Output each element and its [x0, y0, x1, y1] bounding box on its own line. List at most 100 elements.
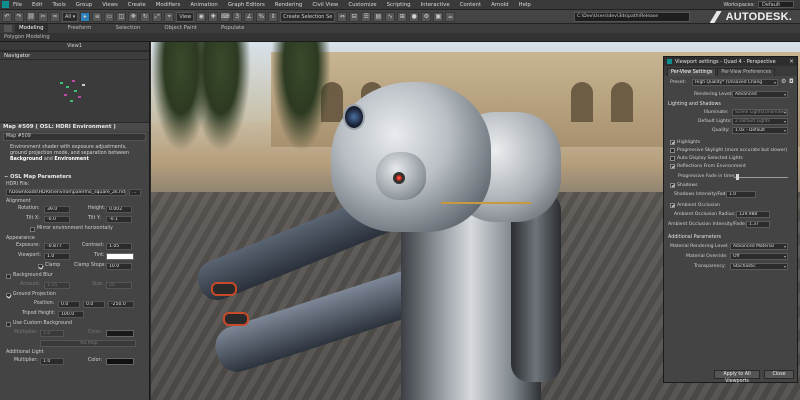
amount-input[interactable]: 1.25: [44, 282, 70, 289]
tab-populate[interactable]: Populate: [217, 24, 248, 33]
rotation-input[interactable]: 39.0: [44, 206, 70, 213]
menu-modifiers[interactable]: Modifiers: [156, 2, 181, 8]
multiplier-input[interactable]: 1.0: [40, 330, 64, 337]
undo-icon[interactable]: ↶: [2, 11, 12, 22]
menu-group[interactable]: Group: [76, 2, 92, 8]
select-by-name-icon[interactable]: ≡: [92, 11, 103, 22]
dialog-title-bar[interactable]: Viewport settings - Quad 4 - Perspective…: [664, 57, 797, 66]
ao-intensity-input[interactable]: 1.37: [746, 221, 770, 228]
preset-dropdown[interactable]: High Quality* (Unsaved Chang ▾: [692, 79, 778, 86]
rotate-icon[interactable]: ↻: [140, 11, 151, 22]
toggle-ribbon-icon[interactable]: ▤: [373, 11, 384, 22]
layer-explorer-icon[interactable]: ☰: [361, 11, 372, 22]
menu-file[interactable]: File: [13, 2, 22, 8]
close-icon[interactable]: ×: [789, 57, 794, 66]
scale-icon[interactable]: ⤢: [152, 11, 163, 22]
ao-radius-input[interactable]: 129.988: [736, 211, 770, 218]
exposure-input[interactable]: -0.877: [44, 243, 70, 250]
tab-freeform[interactable]: Freeform: [64, 24, 96, 33]
material-editor-icon[interactable]: ●: [409, 11, 420, 22]
rendered-frame-icon[interactable]: ▣: [433, 11, 444, 22]
auto-display-checkbox[interactable]: [670, 156, 675, 161]
viewport-input[interactable]: 1.0: [44, 253, 70, 260]
link-icon[interactable]: ⛓: [26, 11, 36, 22]
menu-arnold[interactable]: Arnold: [491, 2, 508, 8]
angle-snap-icon[interactable]: ∠: [244, 11, 255, 22]
app-icon[interactable]: [2, 1, 9, 8]
named-selection-dropdown[interactable]: Create Selection Se: [280, 11, 336, 22]
reflections-checkbox[interactable]: [670, 164, 675, 169]
multiplier2-input[interactable]: 1.0: [40, 358, 64, 365]
apply-all-viewports-button[interactable]: Apply to All Viewports: [714, 370, 760, 384]
height-input[interactable]: 0.002: [106, 206, 132, 213]
camera-icon[interactable]: ◘: [789, 78, 794, 85]
gear-icon[interactable]: ⚙: [781, 78, 786, 85]
snaps-icon[interactable]: 3: [232, 11, 243, 22]
shadows-checkbox[interactable]: [670, 183, 675, 188]
default-lights-dropdown[interactable]: 2 Default Lights ▾: [732, 118, 788, 125]
slider-handle[interactable]: [736, 174, 739, 180]
navigator-preview[interactable]: [0, 60, 149, 122]
tab-object-paint[interactable]: Object Paint: [160, 24, 201, 33]
place-icon[interactable]: ⌖: [164, 11, 175, 22]
window-crossing-icon[interactable]: ◫: [116, 11, 127, 22]
select-manipulate-icon[interactable]: ✚: [208, 11, 219, 22]
spinner-snap-icon[interactable]: ⇕: [268, 11, 279, 22]
tab-selection[interactable]: Selection: [112, 24, 145, 33]
menu-customize[interactable]: Customize: [348, 2, 376, 8]
tab-modeling[interactable]: Modeling: [15, 24, 48, 33]
color-swatch[interactable]: [106, 330, 134, 337]
osl-params-title[interactable]: − OSL Map Parameters: [0, 173, 149, 181]
move-icon[interactable]: ✥: [128, 11, 139, 22]
ground-proj-checkbox[interactable]: [6, 293, 11, 298]
project-path-field[interactable]: C:\Dev\Users\dev\3ds\path\Release: [574, 12, 690, 22]
menu-rendering[interactable]: Rendering: [275, 2, 303, 8]
tab-per-view-settings[interactable]: Per-View Settings: [667, 68, 717, 76]
no-map-button[interactable]: No Map: [40, 340, 136, 347]
material-rendering-dropdown[interactable]: Advanced Material ▾: [730, 243, 788, 250]
menu-edit[interactable]: Edit: [32, 2, 42, 8]
render-setup-icon[interactable]: ⚙: [421, 11, 432, 22]
mirror-checkbox[interactable]: [30, 227, 35, 232]
size-input[interactable]: 25: [106, 282, 132, 289]
rect-region-icon[interactable]: ▭: [104, 11, 115, 22]
percent-snap-icon[interactable]: %: [256, 11, 267, 22]
position-z-input[interactable]: -250.0: [108, 301, 134, 308]
schematic-view-icon[interactable]: ⊞: [397, 11, 408, 22]
align-icon[interactable]: ⊟: [349, 11, 360, 22]
ao-checkbox[interactable]: [670, 203, 675, 208]
menu-tools[interactable]: Tools: [52, 2, 65, 8]
tint-swatch[interactable]: [106, 253, 134, 260]
illuminate-dropdown[interactable]: Scene Lights(Unlimited) ▾: [732, 109, 788, 116]
tilty-input[interactable]: -0.1: [106, 216, 132, 223]
custom-bg-checkbox[interactable]: [6, 322, 11, 327]
color2-swatch[interactable]: [106, 358, 134, 365]
bind-icon[interactable]: ≈: [50, 11, 60, 22]
menu-animation[interactable]: Animation: [190, 2, 217, 8]
mirror-icon[interactable]: ⇔: [337, 11, 348, 22]
tiltx-input[interactable]: -0.0: [44, 216, 70, 223]
tripod-input[interactable]: 100.0: [58, 311, 84, 318]
hdri-file-field[interactable]: l\Downloads\HDRIs\environ\palermo_square…: [6, 189, 126, 196]
render-icon[interactable]: ☕: [445, 11, 456, 22]
close-button[interactable]: Close: [764, 370, 794, 379]
shadow-intensity-input[interactable]: 1.0: [726, 191, 756, 198]
progressive-fade-slider[interactable]: [734, 177, 788, 178]
contrast-input[interactable]: 1.05: [106, 243, 132, 250]
rendering-level-dropdown[interactable]: Advanced ▾: [732, 91, 788, 98]
menu-scripting[interactable]: Scripting: [387, 2, 411, 8]
view-tab[interactable]: View1: [0, 42, 149, 51]
menu-interactive[interactable]: Interactive: [421, 2, 450, 8]
menu-help[interactable]: Help: [519, 2, 531, 8]
transparency-dropdown[interactable]: Stochastic ▾: [730, 263, 788, 270]
menu-graph-editors[interactable]: Graph Editors: [228, 2, 265, 8]
select-object-icon[interactable]: ▸: [80, 11, 91, 22]
pivot-icon[interactable]: ◉: [196, 11, 207, 22]
menu-views[interactable]: Views: [102, 2, 118, 8]
reference-coord-dropdown[interactable]: View: [176, 11, 195, 22]
clamp-checkbox[interactable]: [38, 264, 43, 269]
clamp-stops-input[interactable]: 10.0: [106, 263, 132, 270]
workspaces-dropdown[interactable]: Default: [758, 1, 794, 8]
redo-icon[interactable]: ↷: [14, 11, 24, 22]
ribbon-toggle-icon[interactable]: [4, 25, 12, 32]
